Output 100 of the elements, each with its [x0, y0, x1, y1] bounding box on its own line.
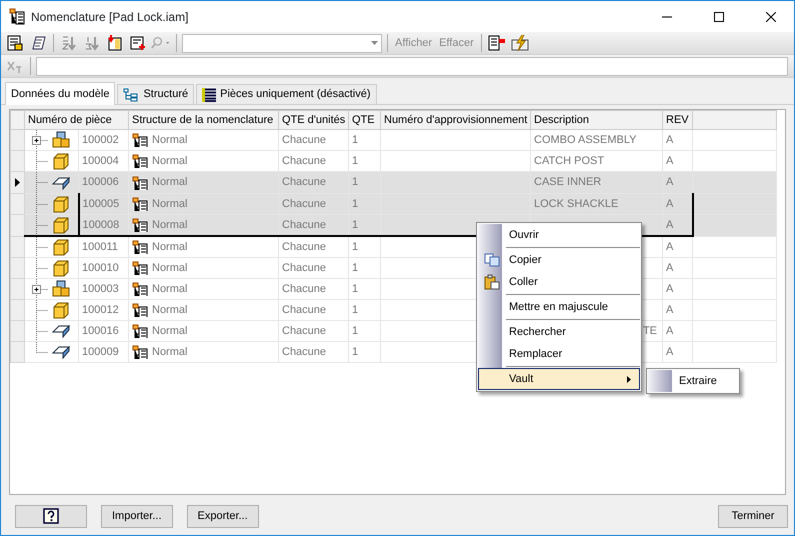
tree-connector-line — [36, 258, 48, 278]
cube-icon — [52, 152, 70, 170]
dialog-button[interactable]: Importer... — [101, 504, 173, 528]
formula-field[interactable] — [36, 56, 788, 76]
table-cell: COMBO ASSEMBLY — [534, 134, 636, 146]
tree-connector-line — [36, 172, 48, 192]
column-header[interactable]: Structure de la nomenclature — [128, 110, 278, 130]
cube-icon — [52, 195, 70, 213]
row-header[interactable] — [10, 342, 24, 362]
insert-document-icon[interactable] — [107, 35, 123, 51]
row-header[interactable] — [10, 130, 24, 150]
table-cell: 1 — [348, 214, 380, 236]
assembly-icon — [52, 280, 72, 298]
expand-icon[interactable] — [32, 284, 41, 294]
submenu-arrow-icon — [627, 376, 631, 382]
help-button[interactable] — [15, 504, 87, 528]
table-cell: 1 — [348, 130, 380, 150]
maximize-icon — [714, 12, 724, 22]
column-header[interactable]: REV — [662, 110, 692, 130]
row-header[interactable] — [10, 300, 24, 320]
row-header[interactable] — [10, 214, 24, 236]
structure-icon — [132, 261, 148, 275]
structure-icon — [132, 197, 148, 211]
menu-item[interactable]: Mettre en majuscule — [478, 296, 640, 318]
tree-icon — [123, 88, 140, 102]
column-header[interactable]: QTE — [348, 110, 380, 130]
tree-connector-line — [36, 322, 48, 340]
table-cell: Chacune — [278, 130, 348, 150]
table-cell: Chacune — [278, 172, 348, 194]
tree-connector-line — [36, 194, 48, 214]
structure-value: Normal — [152, 154, 188, 169]
column-header[interactable]: Numéro d'approvisionnement — [380, 110, 530, 130]
row-header[interactable] — [10, 320, 24, 342]
table-cell: CASE INNER — [534, 176, 602, 188]
menu-item[interactable]: Copier — [478, 249, 640, 271]
tab[interactable]: Pièces uniquement (désactivé) — [196, 84, 377, 104]
table-cell: A — [662, 320, 692, 342]
table-cell: LOCK SHACKLE — [534, 198, 618, 210]
copy-icon — [484, 253, 500, 267]
cube-icon — [52, 238, 70, 256]
table-cell: 1 — [348, 258, 380, 278]
table-cell: 100002 — [78, 130, 128, 150]
export-table-icon[interactable] — [7, 35, 23, 51]
search-icon — [151, 35, 171, 51]
table-cell: 100016 — [78, 320, 128, 342]
dialog-button[interactable]: Exporter... — [186, 504, 259, 528]
row-header[interactable] — [10, 236, 24, 258]
sort-numeric-icon — [84, 35, 100, 51]
table-cell: A — [662, 214, 692, 236]
menu-item[interactable]: Extraire — [648, 370, 738, 392]
tab[interactable]: Données du modèle — [5, 82, 116, 105]
lightning-icon[interactable] — [510, 35, 529, 51]
row-header[interactable] — [10, 278, 24, 300]
row-header[interactable] — [10, 150, 24, 172]
help-icon — [43, 508, 59, 524]
table-cell: CATCH POST — [534, 154, 604, 167]
menu-item[interactable]: Remplacer — [478, 343, 640, 365]
tab[interactable]: Structuré — [117, 84, 194, 104]
table-cell: 100008 — [78, 214, 128, 236]
structure-value: Normal — [152, 282, 188, 297]
add-row-icon[interactable] — [130, 35, 146, 51]
column-header[interactable]: Numéro de pièce — [24, 110, 128, 130]
structure-icon — [132, 176, 148, 190]
expand-icon[interactable] — [32, 136, 41, 144]
table-cell: 1 — [348, 342, 380, 362]
row-header[interactable] — [10, 258, 24, 278]
close-icon — [766, 12, 776, 22]
column-header[interactable]: QTE d'unités — [278, 110, 348, 130]
sort-az-icon — [61, 35, 77, 51]
table-cell: A — [662, 300, 692, 320]
menu-item[interactable]: Coller — [478, 271, 640, 293]
column-header[interactable]: Description — [530, 110, 662, 130]
edit-icon[interactable] — [30, 35, 46, 51]
structure-value: Normal — [152, 132, 188, 148]
structure-value: Normal — [152, 240, 188, 255]
table-cell: 1 — [348, 300, 380, 320]
combo-box[interactable] — [182, 34, 382, 52]
table-cell: Chacune — [278, 194, 348, 214]
table-cell: 100006 — [78, 172, 128, 194]
tree-connector-line — [36, 236, 48, 257]
cube-icon — [52, 259, 70, 277]
structure-icon — [132, 324, 148, 338]
menu-item[interactable]: Rechercher — [478, 321, 640, 343]
table-highlight-icon[interactable] — [488, 35, 506, 51]
dropdown-arrow-icon — [371, 41, 378, 45]
cube-icon — [52, 301, 70, 319]
table-cell: 1 — [348, 194, 380, 214]
menu-item[interactable]: Vault — [478, 368, 640, 390]
table-cell: A — [662, 194, 692, 214]
structure-icon — [132, 218, 148, 232]
table-cell: Chacune — [278, 236, 348, 258]
structure-value: Normal — [152, 218, 188, 233]
table-cell: Chacune — [278, 300, 348, 320]
table-cell: 100003 — [78, 278, 128, 300]
dialog-button[interactable]: Terminer — [718, 504, 788, 528]
menu-item[interactable]: Ouvrir — [478, 224, 640, 246]
row-header[interactable] — [10, 194, 24, 214]
table-cell: Chacune — [278, 342, 348, 362]
tree-connector-line — [36, 280, 48, 298]
tree-connector-line — [36, 300, 48, 320]
